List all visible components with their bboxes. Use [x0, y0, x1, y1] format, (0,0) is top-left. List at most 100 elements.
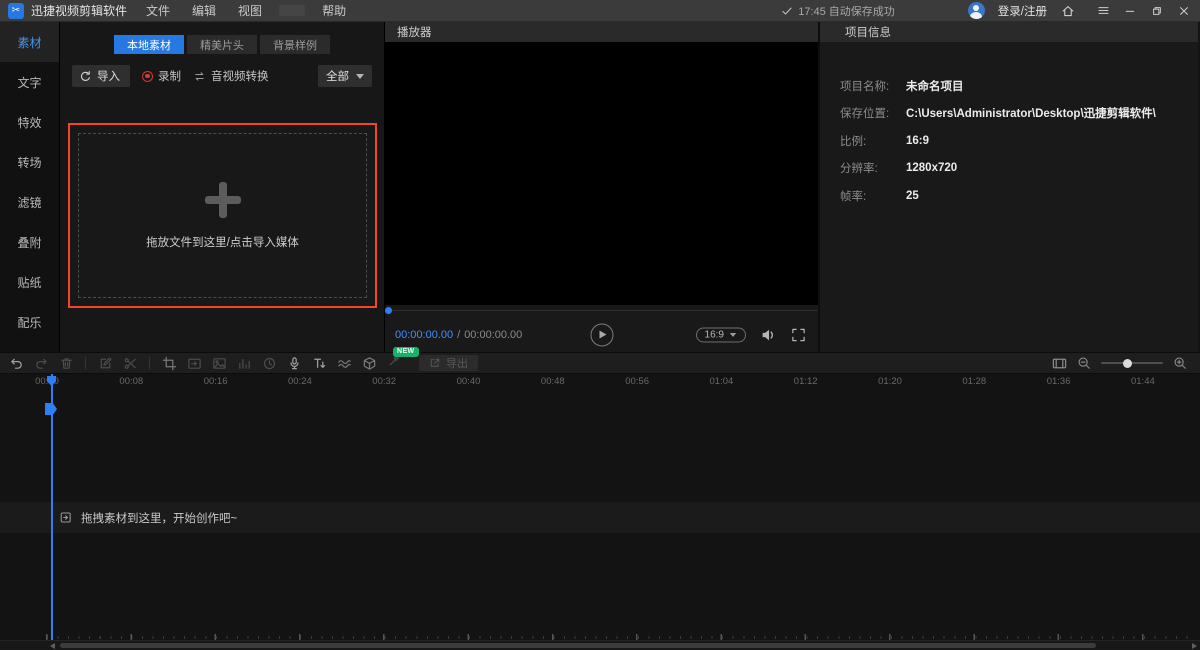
- undo-icon[interactable]: [8, 355, 24, 371]
- menu-item-help[interactable]: 帮助: [311, 0, 357, 21]
- menu-hamburger-icon[interactable]: [1095, 3, 1111, 19]
- home-icon[interactable]: [1060, 3, 1076, 19]
- minimize-button[interactable]: [1122, 3, 1138, 19]
- user-avatar[interactable]: [968, 2, 985, 19]
- aspect-ratio-dropdown[interactable]: 16:9: [696, 327, 746, 342]
- media-tab[interactable]: 精美片头: [187, 35, 257, 54]
- sidebar-item-label: 叠附: [17, 234, 41, 251]
- import-button[interactable]: 导入: [72, 65, 130, 87]
- fit-timeline-icon[interactable]: [1051, 355, 1067, 371]
- filter-dropdown[interactable]: 全部: [318, 65, 372, 87]
- titlebar: ✂ 迅捷视频剪辑软件 文件编辑视图 帮助 17:45 自动保存成功 登录/注册: [0, 0, 1200, 22]
- play-button[interactable]: [590, 323, 613, 346]
- ruler-tick: 00:24: [288, 376, 312, 387]
- time-current: 00:00:00.00: [395, 329, 453, 341]
- timeline-tracks[interactable]: 拖拽素材到这里，开始创作吧~: [0, 390, 1200, 640]
- ruler-tick: 00:16: [204, 376, 228, 387]
- ruler-tick: 00:32: [372, 376, 396, 387]
- canvas-size-icon[interactable]: [186, 355, 202, 371]
- text-to-speech-icon[interactable]: [311, 355, 327, 371]
- plus-icon: [205, 182, 241, 218]
- filter-value: 全部: [326, 68, 349, 84]
- project-info-value: C:\Users\Administrator\Desktop\迅捷剪辑软件\: [906, 105, 1156, 121]
- sidebar-item[interactable]: 滤镜: [0, 182, 59, 222]
- redo-icon[interactable]: [33, 355, 49, 371]
- menu-item[interactable]: 编辑: [181, 0, 227, 21]
- image-icon[interactable]: [211, 355, 227, 371]
- sidebar-item[interactable]: 特效: [0, 102, 59, 142]
- scroll-left-arrow-icon[interactable]: [50, 643, 55, 649]
- player-header: 播放器: [385, 22, 818, 42]
- sidebar-item[interactable]: 叠附: [0, 222, 59, 262]
- sidebar-item[interactable]: 贴纸: [0, 262, 59, 302]
- horizontal-scrollbar[interactable]: [0, 640, 1200, 650]
- record-button[interactable]: 录制: [142, 68, 181, 84]
- media-tab[interactable]: 本地素材: [114, 35, 184, 54]
- sidebar-item[interactable]: 转场: [0, 142, 59, 182]
- edit-clip-icon[interactable]: [97, 355, 113, 371]
- crop-icon[interactable]: [161, 355, 177, 371]
- export-button[interactable]: 导出: [419, 355, 478, 371]
- export-label: 导出: [446, 355, 468, 371]
- app-title: 迅捷视频剪辑软件: [31, 2, 127, 19]
- media-tab[interactable]: 背景样例: [260, 35, 330, 54]
- seek-bar[interactable]: [385, 305, 818, 317]
- ruler-tick: 01:28: [962, 376, 986, 387]
- zoom-in-icon[interactable]: [1172, 355, 1188, 371]
- audio-wave-icon[interactable]: [336, 355, 352, 371]
- new-badge: NEW: [393, 347, 419, 357]
- duration-clock-icon[interactable]: [261, 355, 277, 371]
- titlebar-right: 17:45 自动保存成功 登录/注册: [781, 2, 1192, 19]
- media-dropzone-inner: 拖放文件到这里/点击导入媒体: [78, 133, 367, 298]
- menu-item[interactable]: 文件: [135, 0, 181, 21]
- timeline-zoom-controls: [1051, 355, 1192, 371]
- scrollbar-handle[interactable]: [60, 643, 1096, 648]
- media-tab-label: 背景样例: [273, 37, 317, 53]
- sidebar-item[interactable]: 配乐: [0, 302, 59, 342]
- project-info-value: 未命名项目: [906, 78, 964, 94]
- timeline-ruler[interactable]: 00:0000:0800:1600:2400:3200:4000:4800:56…: [0, 374, 1200, 390]
- sidebar-item-label: 配乐: [17, 314, 41, 331]
- export-icon: [429, 357, 441, 369]
- close-button[interactable]: [1176, 3, 1192, 19]
- import-icon: [79, 70, 92, 83]
- sidebar-item[interactable]: 素材: [0, 22, 59, 62]
- player-panel: 播放器 00:00:00.00/00:00:00.00 16:9: [385, 22, 820, 352]
- scroll-right-arrow-icon[interactable]: [1192, 643, 1197, 649]
- ruler-tick: 01:20: [878, 376, 902, 387]
- convert-arrows-icon: [193, 70, 206, 83]
- project-info-title: 项目信息: [845, 24, 891, 40]
- dropzone-text: 拖放文件到这里/点击导入媒体: [146, 234, 299, 250]
- empty-track-band[interactable]: 拖拽素材到这里，开始创作吧~: [0, 502, 1200, 533]
- ruler-tick: 01:36: [1047, 376, 1071, 387]
- time-total: 00:00:00.00: [464, 329, 522, 341]
- element-box-icon[interactable]: [361, 355, 377, 371]
- restore-button[interactable]: [1149, 3, 1165, 19]
- project-info-label: 比例:: [840, 133, 906, 149]
- ruler-tick: 01:12: [794, 376, 818, 387]
- audio-levels-icon[interactable]: [236, 355, 252, 371]
- menu-item[interactable]: 视图: [227, 0, 273, 21]
- convert-button[interactable]: 音视频转换: [193, 68, 269, 84]
- delete-icon[interactable]: [58, 355, 74, 371]
- convert-label: 音视频转换: [211, 68, 269, 84]
- microphone-icon[interactable]: [286, 355, 302, 371]
- volume-icon[interactable]: [760, 326, 777, 343]
- slider-knob[interactable]: [1123, 359, 1132, 368]
- split-scissors-icon[interactable]: [122, 355, 138, 371]
- project-info-label: 项目名称:: [840, 78, 906, 94]
- player-controls: 00:00:00.00/00:00:00.00 16:9: [385, 317, 818, 352]
- timeline-zoom-slider[interactable]: [1101, 357, 1163, 369]
- seek-handle[interactable]: [385, 307, 392, 314]
- project-info-rows: 项目名称: 未命名项目 保存位置: C:\Users\Administrator…: [820, 42, 1198, 210]
- fullscreen-icon[interactable]: [791, 327, 806, 342]
- zoom-out-icon[interactable]: [1076, 355, 1092, 371]
- media-dropzone[interactable]: 拖放文件到这里/点击导入媒体: [68, 123, 377, 308]
- project-info-value: 1280x720: [906, 162, 957, 174]
- sidebar-item[interactable]: 文字: [0, 62, 59, 102]
- project-info-row: 分辨率: 1280x720: [840, 155, 1198, 183]
- timeline-empty-message: 拖拽素材到这里，开始创作吧~: [81, 510, 237, 526]
- chevron-down-icon: [730, 333, 736, 337]
- login-register-link[interactable]: 登录/注册: [998, 3, 1047, 19]
- ruler-tick: 00:56: [625, 376, 649, 387]
